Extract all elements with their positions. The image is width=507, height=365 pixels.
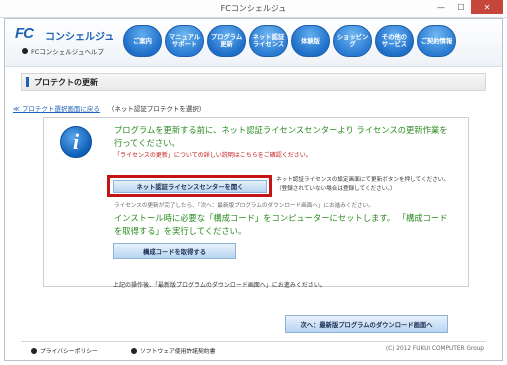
after-note: 上記の操作後、「最新版プログラムのダウンロード画面へ」にお進みください。 [113,282,326,289]
nav-other-services[interactable]: その他の サービス [375,25,414,57]
window-controls: — ☐ ✕ [431,0,503,14]
copyright: (C) 2012 FUKUI COMPUTER Group [385,346,484,352]
nav-contract-info[interactable]: ご契約情報 [417,25,456,57]
get-config-code-button[interactable]: 構成コードを取得する [113,243,236,259]
instruction-heading-2: インストール時に必要な「構成コード」をコンピューターにセットします。 「構成コー… [114,213,448,236]
license-side-note: ネット認証ライセンスの設定画面にて更新ボタンを押してください。 （登録されていな… [276,176,466,194]
cropped-note: ライセンスの更新が完了したら、「次へ：最新版プログラムのダウンロード画面へ」にお… [114,203,374,208]
title-accent [26,77,29,87]
browser-frame: FC コンシェルジュ FCコンシェルジュヘルプ ご案内 マニュアル サポート プ… [4,18,503,361]
next-download-button[interactable]: 次へ：最新版プログラムのダウンロード画面へ [285,315,448,333]
side-note-line-1: ネット認証ライセンスの設定画面にて更新ボタンを押してください。 [276,177,449,183]
minimize-button[interactable]: — [431,0,451,14]
bullet-icon [22,48,28,54]
nav-manual-support[interactable]: マニュアル サポート [165,25,204,57]
privacy-policy-label: プライバシーポリシー [40,349,98,355]
content-panel: i プログラムを更新する前に、ネット認証ライセンスセンターより ライセンスの更新… [43,117,469,287]
open-license-center-button[interactable]: ネット認証ライセンスセンターを開く [113,180,267,193]
page-title-bar: プロテクトの更新 [21,73,486,91]
license-update-help-link[interactable]: 「ライセンスの更新」についての詳しい説明はこちらをご確認ください。 [114,150,312,159]
back-note: （ネット認証プロテクトを選択） [107,105,206,113]
site-header: FC コンシェルジュ FCコンシェルジュヘルプ ご案内 マニュアル サポート プ… [5,19,502,67]
bullet-icon [131,347,137,354]
privacy-policy-link[interactable]: プライバシーポリシー [31,346,98,355]
nav-guide[interactable]: ご案内 [123,25,162,57]
page-title: プロテクトの更新 [34,78,98,87]
software-license-label: ソフトウェア使用許諾契約書 [140,349,216,355]
breadcrumb: ≪ プロテクト選択画面に戻る （ネット認証プロテクトを選択） [13,103,205,113]
main-nav: ご案内 マニュアル サポート プログラム 更新 ネット認証 ライセンス 体験版 … [123,25,456,57]
logo-text: コンシェルジュ [45,32,115,43]
back-to-protect-select-link[interactable]: ≪ プロテクト選択画面に戻る [13,103,100,113]
footer-divider [21,341,486,342]
instruction-heading-1: プログラムを更新する前に、ネット認証ライセンスセンターより ライセンスの更新作業… [114,125,448,148]
help-link[interactable]: FCコンシェルジュヘルプ [22,46,104,56]
site-logo[interactable]: FC コンシェルジュ [15,25,125,45]
help-link-label: FCコンシェルジュヘルプ [31,48,104,56]
maximize-button[interactable]: ☐ [451,0,471,14]
nav-shopping[interactable]: ショッピング [333,25,372,57]
close-button[interactable]: ✕ [471,0,503,14]
info-icon: i [60,126,92,158]
nav-trial[interactable]: 体験版 [291,25,330,57]
nav-net-license[interactable]: ネット認証 ライセンス [249,25,288,57]
side-note-line-2: （登録されていない場合は登録してください。） [276,186,396,192]
logo-mark: FC [15,25,34,42]
software-license-link[interactable]: ソフトウェア使用許諾契約書 [131,346,215,355]
bullet-icon [31,347,37,354]
window-titlebar: FCコンシェルジュ — ☐ ✕ [0,0,507,18]
nav-program-update[interactable]: プログラム 更新 [207,25,246,57]
